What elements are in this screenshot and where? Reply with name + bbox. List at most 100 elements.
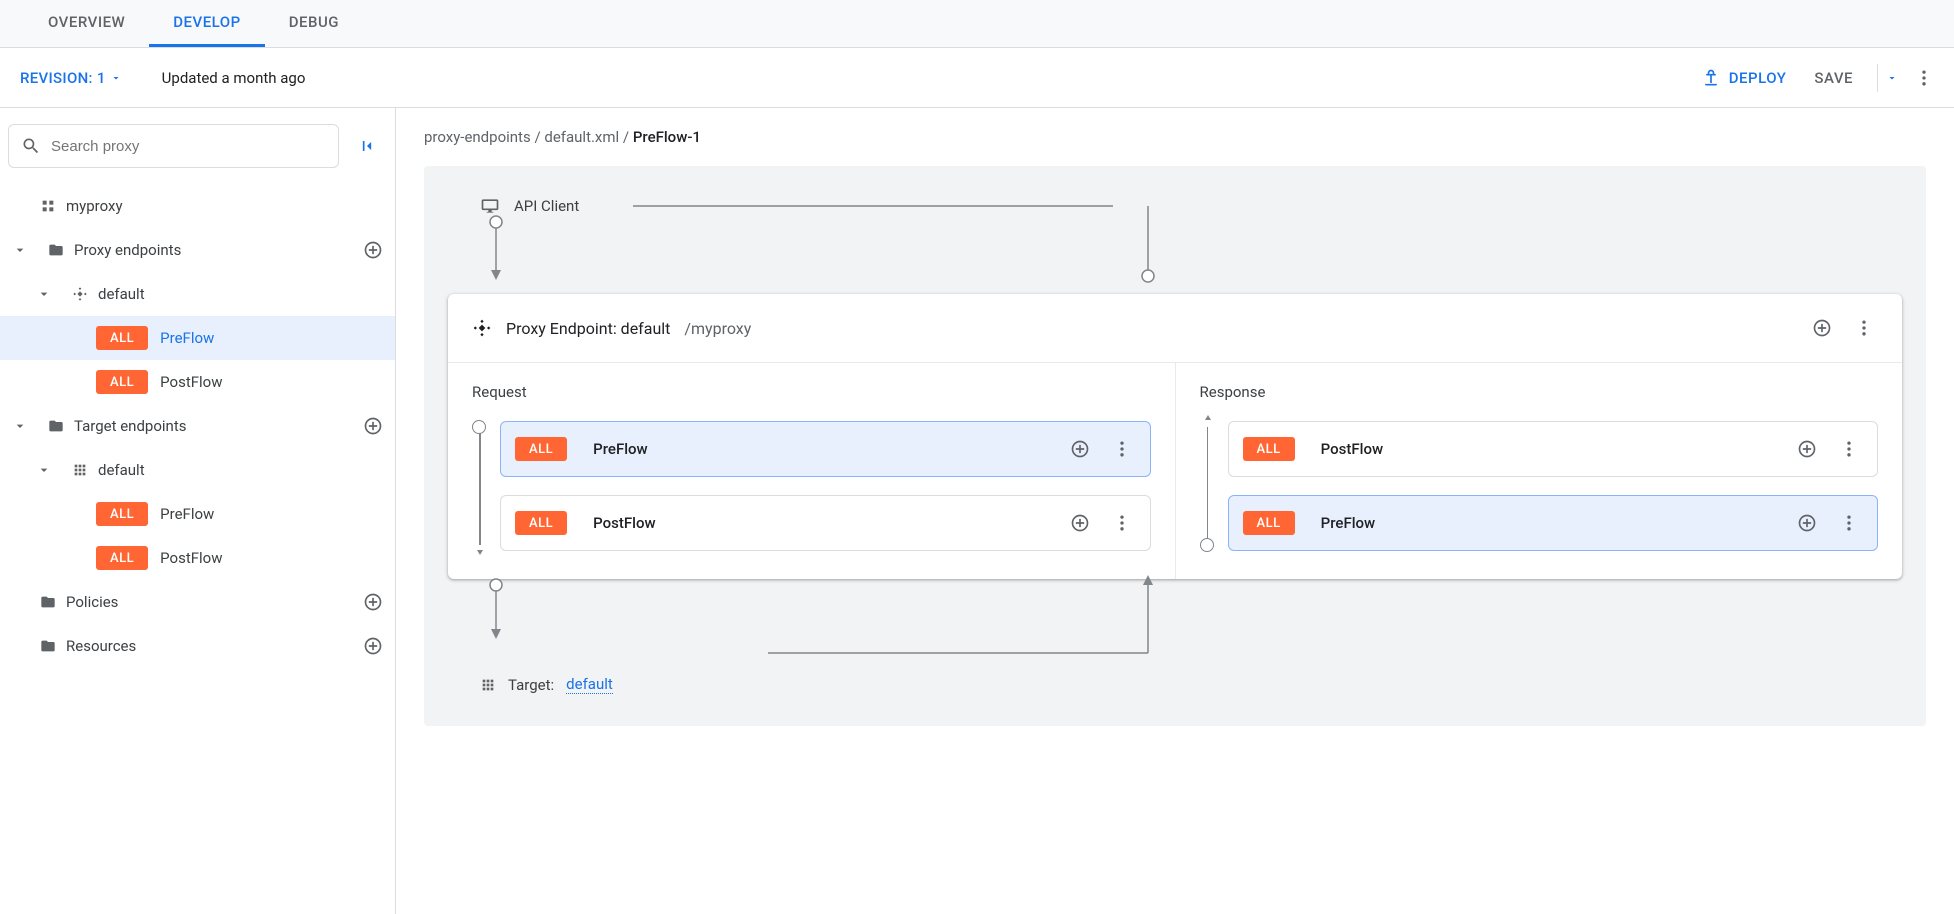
sidebar-group-label: Policies	[66, 593, 118, 611]
sidebar-flow-label: PreFlow	[160, 329, 214, 347]
badge-all: ALL	[515, 437, 567, 461]
add-target-endpoint-button[interactable]	[363, 416, 383, 436]
badge-all: ALL	[96, 326, 148, 350]
top-tabs: OVERVIEW DEVELOP DEBUG	[0, 0, 1954, 48]
add-step-button[interactable]	[1793, 509, 1821, 537]
arrow-down-icon	[474, 545, 486, 557]
flow-more-menu[interactable]	[1108, 435, 1136, 463]
add-circle-icon	[1812, 318, 1832, 338]
sidebar-group-proxy-endpoints[interactable]: Proxy endpoints	[0, 228, 395, 272]
timeline-start-circle	[472, 420, 486, 434]
folder-icon	[36, 594, 60, 610]
add-step-button[interactable]	[1066, 435, 1094, 463]
badge-all: ALL	[1243, 437, 1295, 461]
breadcrumb-current: PreFlow-1	[633, 128, 701, 146]
badge-all: ALL	[515, 511, 567, 535]
breadcrumb-seg[interactable]: proxy-endpoints	[424, 128, 531, 146]
chevron-down-icon[interactable]	[36, 286, 68, 302]
add-step-button[interactable]	[1793, 435, 1821, 463]
deploy-icon	[1701, 68, 1721, 88]
chevron-down-icon[interactable]	[36, 462, 68, 478]
sidebar-flow-label: PreFlow	[160, 505, 214, 523]
sidebar-group-label: Proxy endpoints	[74, 241, 181, 259]
sidebar-flow-postflow[interactable]: ALL PostFlow	[0, 360, 395, 404]
sidebar-flow-preflow[interactable]: ALL PreFlow	[0, 316, 395, 360]
sidebar-group-label: Resources	[66, 637, 136, 655]
response-column: Response ALL PostFlow	[1175, 363, 1903, 579]
response-flow-postflow[interactable]: ALL PostFlow	[1228, 421, 1879, 477]
add-flow-button[interactable]	[1808, 314, 1836, 342]
badge-all: ALL	[96, 370, 148, 394]
flow-more-menu[interactable]	[1835, 435, 1863, 463]
folder-icon	[36, 638, 60, 654]
tab-overview[interactable]: OVERVIEW	[24, 0, 149, 47]
flow-name: PreFlow	[1321, 514, 1779, 532]
save-dropdown[interactable]	[1877, 64, 1906, 92]
chevron-down-icon[interactable]	[12, 242, 44, 258]
sidebar-group-target-endpoints[interactable]: Target endpoints	[0, 404, 395, 448]
breadcrumb-seg[interactable]: default.xml	[544, 128, 619, 146]
add-circle-icon	[1797, 513, 1817, 533]
chevron-down-icon[interactable]	[12, 418, 44, 434]
caret-down-icon	[110, 72, 122, 84]
revision-dropdown[interactable]: REVISION: 1	[12, 65, 130, 91]
more-menu[interactable]	[1906, 60, 1942, 96]
sidebar-flow-target-preflow[interactable]: ALL PreFlow	[0, 492, 395, 536]
add-circle-icon	[363, 636, 383, 656]
request-flow-preflow[interactable]: ALL PreFlow	[500, 421, 1151, 477]
sidebar-endpoint-label: default	[98, 285, 145, 303]
target-icon	[68, 462, 92, 478]
endpoint-more-menu[interactable]	[1850, 314, 1878, 342]
connector-svg	[488, 573, 1168, 663]
grid-icon	[36, 198, 60, 214]
search-icon	[21, 136, 41, 156]
add-circle-icon	[1070, 439, 1090, 459]
tab-develop[interactable]: DEVELOP	[149, 0, 264, 47]
flow-more-menu[interactable]	[1108, 509, 1136, 537]
sidebar-flow-target-postflow[interactable]: ALL PostFlow	[0, 536, 395, 580]
flow-more-menu[interactable]	[1835, 509, 1863, 537]
folder-icon	[44, 242, 68, 258]
folder-icon	[44, 418, 68, 434]
tab-debug[interactable]: DEBUG	[265, 0, 363, 47]
response-flow-preflow[interactable]: ALL PreFlow	[1228, 495, 1879, 551]
revision-updated: Updated a month ago	[162, 69, 306, 87]
add-resource-button[interactable]	[363, 636, 383, 656]
search-input-wrap[interactable]	[8, 124, 339, 168]
sidebar-target-endpoint-default[interactable]: default	[0, 448, 395, 492]
sidebar-proxy-endpoint-default[interactable]: default	[0, 272, 395, 316]
target-label: Target:	[508, 676, 554, 694]
add-policy-button[interactable]	[363, 592, 383, 612]
endpoint-path: /myproxy	[684, 319, 751, 338]
timeline-end-circle	[1200, 538, 1214, 552]
request-column: Request ALL PreFlow	[448, 363, 1175, 579]
badge-all: ALL	[96, 546, 148, 570]
kebab-icon	[1914, 68, 1934, 88]
content: proxy-endpoints / default.xml / PreFlow-…	[396, 108, 1954, 914]
flow-name: PreFlow	[593, 440, 1051, 458]
arrow-up-icon	[1202, 413, 1214, 425]
target-node: Target: default	[480, 675, 1902, 694]
search-input[interactable]	[49, 137, 326, 156]
endpoint-icon	[68, 286, 92, 302]
save-button[interactable]: SAVE	[1798, 61, 1869, 95]
request-flow-postflow[interactable]: ALL PostFlow	[500, 495, 1151, 551]
target-link[interactable]: default	[566, 675, 613, 694]
add-circle-icon	[363, 416, 383, 436]
kebab-icon	[1839, 439, 1859, 459]
request-label: Request	[472, 383, 1151, 401]
sidebar-group-policies[interactable]: Policies	[0, 580, 395, 624]
deploy-button[interactable]: DEPLOY	[1689, 60, 1799, 96]
proxy-endpoint-card: Proxy Endpoint: default /myproxy Request	[448, 294, 1902, 579]
sidebar-endpoint-label: default	[98, 461, 145, 479]
collapse-sidebar-button[interactable]	[347, 136, 387, 156]
add-proxy-endpoint-button[interactable]	[363, 240, 383, 260]
revision-bar: REVISION: 1 Updated a month ago DEPLOY S…	[0, 48, 1954, 108]
flow-name: PostFlow	[1321, 440, 1779, 458]
add-step-button[interactable]	[1066, 509, 1094, 537]
sidebar-proxy-root[interactable]: myproxy	[0, 184, 395, 228]
endpoint-icon	[472, 318, 492, 338]
sidebar-group-resources[interactable]: Resources	[0, 624, 395, 668]
revision-label: REVISION: 1	[20, 69, 106, 87]
badge-all: ALL	[1243, 511, 1295, 535]
